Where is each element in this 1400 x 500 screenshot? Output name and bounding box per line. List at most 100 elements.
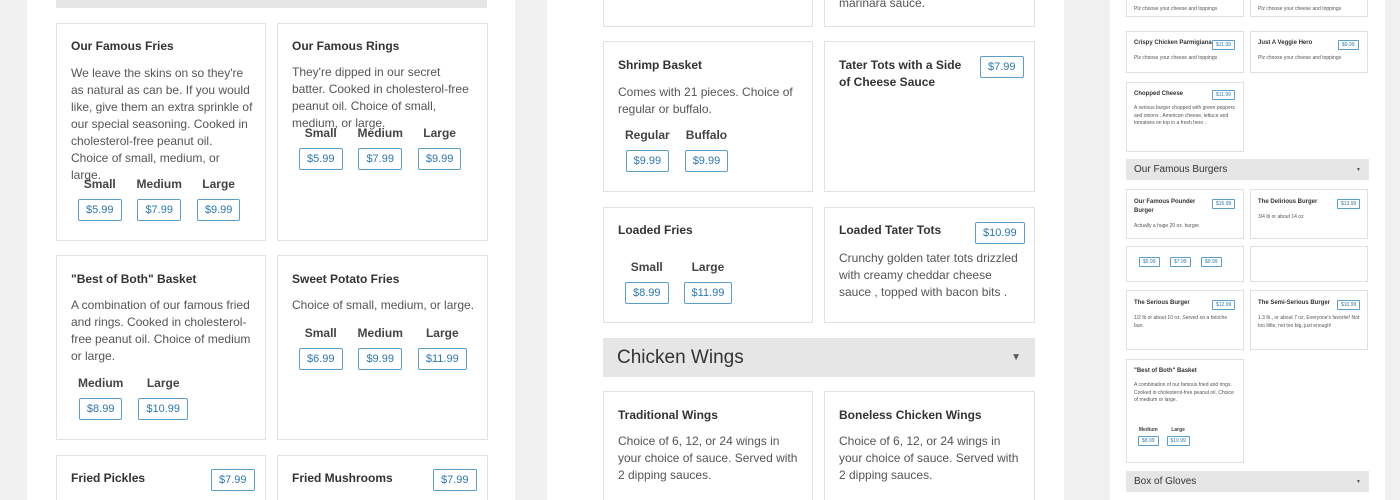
- item-description: Crunchy golden tater tots drizzled with …: [839, 251, 1018, 299]
- menu-item-boneless-wings[interactable]: Boneless Chicken Wings Choice of 6, 12, …: [824, 391, 1035, 500]
- size-options: Small $5.99 Medium $7.99 Large $9.99: [299, 126, 476, 170]
- price-button[interactable]: $8.99: [1138, 436, 1159, 446]
- chevron-down-icon[interactable]: ▼: [1011, 352, 1021, 363]
- section-title: Chicken Wings: [617, 346, 744, 368]
- menu-item-pounder-burger[interactable]: Our Famous Pounder Burger $16.99 Actuall…: [1126, 189, 1244, 239]
- price-button[interactable]: $9.99: [625, 150, 670, 172]
- size-options: Medium $8.99 Large $10.99: [1138, 427, 1198, 446]
- item-description: Choice of small, medium, or large.: [292, 298, 475, 312]
- menu-item-chopped-cheese[interactable]: Chopped Cheese $11.99 A serious burger c…: [1126, 82, 1244, 152]
- menu-item-famous-fries[interactable]: Our Famous Fries We leave the skins on s…: [56, 23, 266, 241]
- menu-item-shrimp-basket[interactable]: Shrimp Basket Comes with 21 pieces. Choi…: [603, 41, 813, 192]
- item-description: Plz choose your cheese and toppings: [1258, 55, 1342, 61]
- price-button[interactable]: $11.99: [683, 282, 733, 304]
- item-title: "Best of Both" Basket: [1134, 368, 1197, 374]
- item-title: The Serious Burger: [1134, 300, 1190, 306]
- price-button[interactable]: $10.99: [975, 222, 1025, 244]
- menu-item-sizes-row[interactable]: $5.99 $7.99 $9.99: [1126, 246, 1244, 282]
- price-button[interactable]: $9.99: [417, 148, 462, 170]
- price-button[interactable]: $13.99: [1337, 199, 1361, 209]
- item-description: A combination of our famous fried and ri…: [1134, 382, 1234, 403]
- item-description: We leave the skins on so they're as natu…: [71, 66, 253, 182]
- item-description: A serious burger chopped with green pepp…: [1134, 105, 1235, 126]
- option-label: Large: [1171, 427, 1185, 433]
- menu-item-fried-mushrooms[interactable]: Fried Mushrooms $7.99: [277, 455, 488, 500]
- item-description: Comes with 21 pieces. Choice of regular …: [618, 85, 793, 116]
- menu-item-best-of-both[interactable]: "Best of Both" Basket A combination of o…: [56, 255, 266, 440]
- chevron-down-icon[interactable]: ▼: [1356, 167, 1361, 173]
- menu-item-semi-serious-burger[interactable]: The Semi-Serious Burger $10.99 1.3 lb., …: [1250, 290, 1368, 350]
- price-button[interactable]: $10.99: [1337, 300, 1361, 310]
- option-label: Large: [146, 376, 180, 390]
- item-title: Our Famous Rings: [292, 39, 400, 53]
- price-button[interactable]: $9.99: [196, 199, 241, 221]
- item-description: Plz choose your cheese and toppings: [1134, 55, 1218, 61]
- price-button[interactable]: $9.99: [1338, 40, 1359, 50]
- option-label: Buffalo: [685, 128, 728, 142]
- item-title: Our Famous Pounder Burger: [1134, 199, 1196, 214]
- price-button[interactable]: $6.99: [299, 348, 343, 370]
- option-label: Large: [691, 260, 725, 274]
- item-description: 1.3 lb., or about 7 oz. Everyone's favor…: [1258, 315, 1360, 329]
- price-button[interactable]: $7.99: [211, 469, 255, 491]
- price-button[interactable]: $8.99: [78, 398, 123, 420]
- price-button[interactable]: $9.99: [684, 150, 729, 172]
- price-button[interactable]: $5.99: [1139, 257, 1160, 267]
- option-label: Large: [202, 177, 235, 191]
- item-description: 3/4 lb or about 14 oz: [1258, 214, 1304, 220]
- section-header-chicken-wings[interactable]: Chicken Wings ▼: [603, 338, 1035, 377]
- price-button[interactable]: $11.99: [1212, 90, 1235, 100]
- item-title: Our Famous Fries: [71, 39, 174, 53]
- option-label: Small: [304, 326, 337, 340]
- section-title: Box of Gloves: [1134, 476, 1197, 487]
- item-title: The Semi-Serious Burger: [1258, 300, 1331, 306]
- item-title: Tater Tots with a Side of Cheese Sauce: [839, 58, 962, 89]
- section-header-burgers[interactable]: Our Famous Burgers ▼: [1126, 159, 1369, 180]
- right-menu-panel: Plz choose your cheese and toppings Plz …: [1110, 0, 1385, 500]
- option-label: Large: [423, 126, 456, 140]
- chevron-down-icon[interactable]: ▼: [1356, 479, 1361, 485]
- menu-item-tater-tots[interactable]: Tater Tots with a Side of Cheese Sauce $…: [824, 41, 1035, 192]
- price-button[interactable]: $12.99: [1212, 300, 1236, 310]
- menu-item-delirious-burger[interactable]: The Delirious Burger $13.99 3/4 lb or ab…: [1250, 189, 1368, 239]
- menu-item-best-of-both-small[interactable]: "Best of Both" Basket A combination of o…: [1126, 359, 1244, 463]
- price-button[interactable]: $16.99: [1212, 199, 1236, 209]
- option-label: Medium: [136, 177, 182, 191]
- menu-item-loaded-tater-tots[interactable]: Loaded Tater Tots $10.99 Crunchy golden …: [824, 207, 1035, 323]
- item-title: Shrimp Basket: [618, 58, 703, 72]
- size-options: Small $8.99 Large $11.99: [625, 260, 747, 304]
- section-bar-top: [56, 0, 487, 8]
- price-button[interactable]: $11.99: [1212, 40, 1235, 50]
- menu-item-fried-pickles[interactable]: Fried Pickles $7.99: [56, 455, 266, 500]
- menu-item-loaded-fries[interactable]: Loaded Fries Small $8.99 Large $11.99: [603, 207, 813, 323]
- price-button[interactable]: $10.99: [1166, 436, 1190, 446]
- price-button[interactable]: $8.99: [625, 282, 669, 304]
- size-options: Small $5.99 Medium $7.99 Large $9.99: [78, 177, 255, 221]
- option-label: Medium: [1138, 427, 1158, 433]
- price-button[interactable]: $7.99: [137, 199, 181, 221]
- menu-item-serious-burger[interactable]: The Serious Burger $12.99 1/2 lb or abou…: [1126, 290, 1244, 350]
- menu-item-traditional-wings[interactable]: Traditional Wings Choice of 6, 12, or 24…: [603, 391, 813, 500]
- price-button[interactable]: $9.99: [358, 348, 402, 370]
- price-button[interactable]: $5.99: [78, 199, 122, 221]
- menu-item-small[interactable]: Plz choose your cheese and toppings: [1250, 0, 1368, 17]
- price-button[interactable]: $10.99: [138, 398, 188, 420]
- menu-item-chicken-parmigiana[interactable]: Crispy Chicken Parmigiana $11.99 Plz cho…: [1126, 31, 1244, 73]
- option-label: Small: [304, 126, 337, 140]
- menu-item-empty: [1250, 246, 1368, 282]
- item-description: Choice of 6, 12, or 24 wings in your cho…: [618, 434, 798, 482]
- option-label: Regular: [625, 128, 670, 142]
- section-header-gloves[interactable]: Box of Gloves ▼: [1126, 471, 1369, 492]
- price-button[interactable]: $7.99: [433, 469, 477, 491]
- price-button[interactable]: $11.99: [417, 348, 467, 370]
- price-button[interactable]: $5.99: [299, 148, 343, 170]
- price-button[interactable]: $7.99: [358, 148, 402, 170]
- price-button[interactable]: $7.99: [1170, 257, 1191, 267]
- menu-item-small[interactable]: Plz choose your cheese and toppings: [1126, 0, 1244, 17]
- price-button[interactable]: $7.99: [980, 56, 1024, 78]
- menu-item-sweet-potato-fries[interactable]: Sweet Potato Fries Choice of small, medi…: [277, 255, 488, 440]
- size-options: Medium $8.99 Large $10.99: [78, 376, 203, 420]
- price-button[interactable]: $9.99: [1201, 257, 1222, 267]
- menu-item-famous-rings[interactable]: Our Famous Rings They're dipped in our s…: [277, 23, 488, 241]
- menu-item-veggie-hero[interactable]: Just A Veggie Hero $9.99 Plz choose your…: [1250, 31, 1368, 73]
